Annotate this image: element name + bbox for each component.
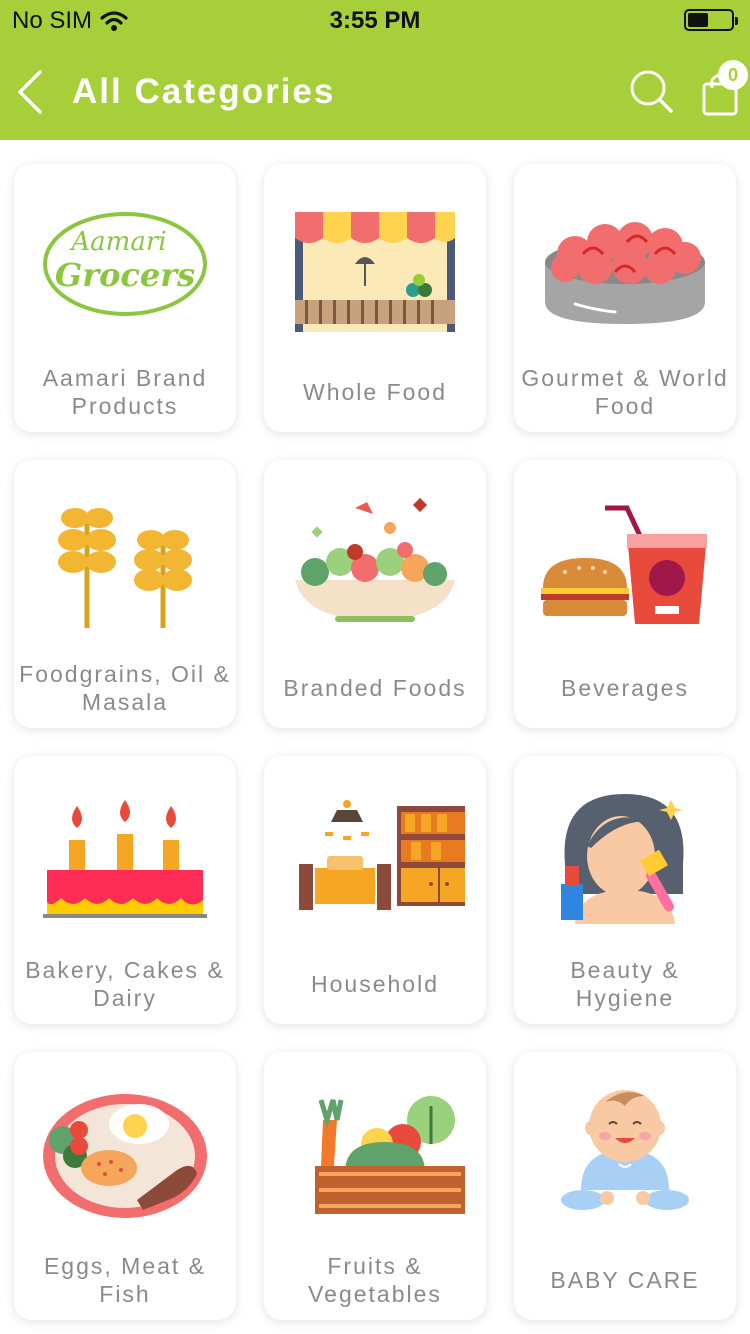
back-arrow-icon[interactable] [12, 68, 52, 116]
category-card-beauty[interactable]: Beauty & Hygiene [514, 756, 736, 1024]
category-card-whole-food[interactable]: Whole Food [264, 164, 486, 432]
category-card-aamari-brand[interactable]: Aamari Grocers Aamari Brand Products [14, 164, 236, 432]
category-label: Gourmet & World Food [521, 365, 729, 419]
category-label: Beauty & Hygiene [570, 957, 680, 1011]
nav-bar: All Categories 0 [0, 40, 750, 140]
category-card-household[interactable]: Household [264, 756, 486, 1024]
category-label: Bakery, Cakes & Dairy [25, 957, 225, 1011]
page-title: All Categories [72, 72, 336, 111]
salad-bowl-icon [295, 497, 455, 622]
burger-drink-icon [541, 505, 707, 624]
category-label: Branded Foods [283, 675, 467, 701]
category-card-gourmet[interactable]: Gourmet & World Food [514, 164, 736, 432]
category-card-eggs-meat[interactable]: Eggs, Meat & Fish [14, 1052, 236, 1320]
household-furniture-icon [299, 800, 465, 910]
category-card-bakery[interactable]: Bakery, Cakes & Dairy [14, 756, 236, 1024]
logo-text-grocers: Grocers [55, 256, 195, 294]
category-label: Foodgrains, Oil & Masala [19, 661, 231, 715]
status-bar: No SIM 3:55 PM [0, 0, 750, 40]
logo-text-aamari: Aamari [69, 227, 166, 257]
category-grid: Aamari Grocers Aamari Brand Products Who [0, 140, 750, 1334]
battery-icon [684, 9, 738, 31]
wheat-icon [58, 508, 192, 628]
beauty-woman-icon [561, 794, 684, 924]
category-label: Fruits & Vegetables [308, 1253, 442, 1307]
category-card-fruits-vegetables[interactable]: Fruits & Vegetables [264, 1052, 486, 1320]
egg-meat-plate-icon [43, 1094, 207, 1218]
market-stall-icon [295, 212, 455, 332]
category-label: Whole Food [302, 379, 447, 405]
baby-icon [561, 1090, 689, 1210]
category-card-beverages[interactable]: Beverages [514, 460, 736, 728]
category-label: BABY CARE [550, 1267, 700, 1293]
gourmet-bowl-icon [545, 222, 705, 324]
category-card-baby-care[interactable]: BABY CARE [514, 1052, 736, 1320]
vegetable-crate-icon [315, 1096, 465, 1214]
category-card-foodgrains[interactable]: Foodgrains, Oil & Masala [14, 460, 236, 728]
birthday-cake-icon [43, 800, 207, 918]
category-label: Aamari Brand Products [42, 365, 208, 419]
search-icon[interactable] [628, 68, 674, 114]
clock: 3:55 PM [329, 7, 421, 34]
category-label: Household [311, 971, 439, 997]
category-card-branded-foods[interactable]: Branded Foods [264, 460, 486, 728]
cart-count-badge: 0 [718, 60, 748, 90]
category-label: Beverages [561, 675, 689, 701]
aamari-grocers-logo: Aamari Grocers [43, 212, 207, 316]
category-label: Eggs, Meat & Fish [43, 1253, 207, 1307]
